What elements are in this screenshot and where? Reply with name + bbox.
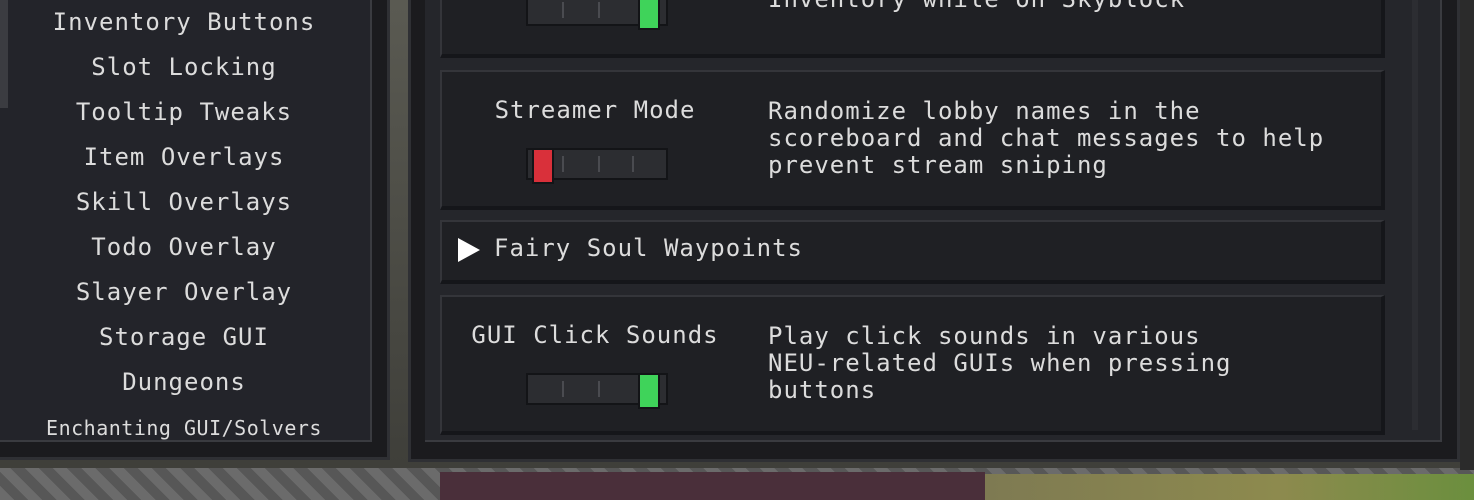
game-terrain xyxy=(985,474,1474,500)
accordion-fairy-soul-waypoints[interactable]: Fairy Soul Waypoints xyxy=(440,220,1385,284)
sidebar-item-slot-locking[interactable]: Slot Locking xyxy=(0,53,368,81)
option-card-gui-click-sounds: GUI Click Sounds Play click sounds in va… xyxy=(440,295,1385,435)
toggle-inventory-buttons[interactable] xyxy=(526,0,668,30)
option-description: Randomize lobby names in the scoreboard … xyxy=(768,97,1325,179)
toggle-knob xyxy=(638,0,660,30)
sidebar-item-storage-gui[interactable]: Storage GUI xyxy=(0,323,368,351)
option-description: Play click sounds in various NEU-related… xyxy=(768,322,1232,404)
sidebar-item-dungeons[interactable]: Dungeons xyxy=(0,368,368,396)
option-card-inventory-buttons: Inventory while on Skyblock xyxy=(440,0,1385,58)
sidebar-panel: Inventory Buttons Slot Locking Tooltip T… xyxy=(0,0,372,442)
option-title: Streamer Mode xyxy=(494,96,696,124)
option-title: GUI Click Sounds xyxy=(471,321,719,349)
option-card-streamer-mode: Streamer Mode Randomize lobby names in t… xyxy=(440,70,1385,210)
toggle-knob xyxy=(532,148,554,184)
sidebar-item-todo-overlay[interactable]: Todo Overlay xyxy=(0,233,368,261)
toggle-streamer-mode[interactable] xyxy=(526,148,668,184)
option-description: Inventory while on Skyblock xyxy=(768,0,1378,13)
accordion-label: Fairy Soul Waypoints xyxy=(494,234,803,262)
sidebar-item-inventory-buttons[interactable]: Inventory Buttons xyxy=(0,8,368,36)
game-edge xyxy=(1460,0,1474,470)
sidebar-item-skill-overlays[interactable]: Skill Overlays xyxy=(0,188,368,216)
sidebar-item-item-overlays[interactable]: Item Overlays xyxy=(0,143,368,171)
toggle-knob xyxy=(638,373,660,409)
sidebar-item-enchanting-gui[interactable]: Enchanting GUI/Solvers xyxy=(0,416,368,440)
play-triangle-icon xyxy=(458,238,480,262)
sidebar-item-slayer-overlay[interactable]: Slayer Overlay xyxy=(0,278,368,306)
options-scrollbar[interactable] xyxy=(1412,0,1418,430)
sidebar-item-tooltip-tweaks[interactable]: Tooltip Tweaks xyxy=(0,98,368,126)
toggle-gui-click-sounds[interactable] xyxy=(526,373,668,409)
hotbar-strip xyxy=(440,472,985,500)
